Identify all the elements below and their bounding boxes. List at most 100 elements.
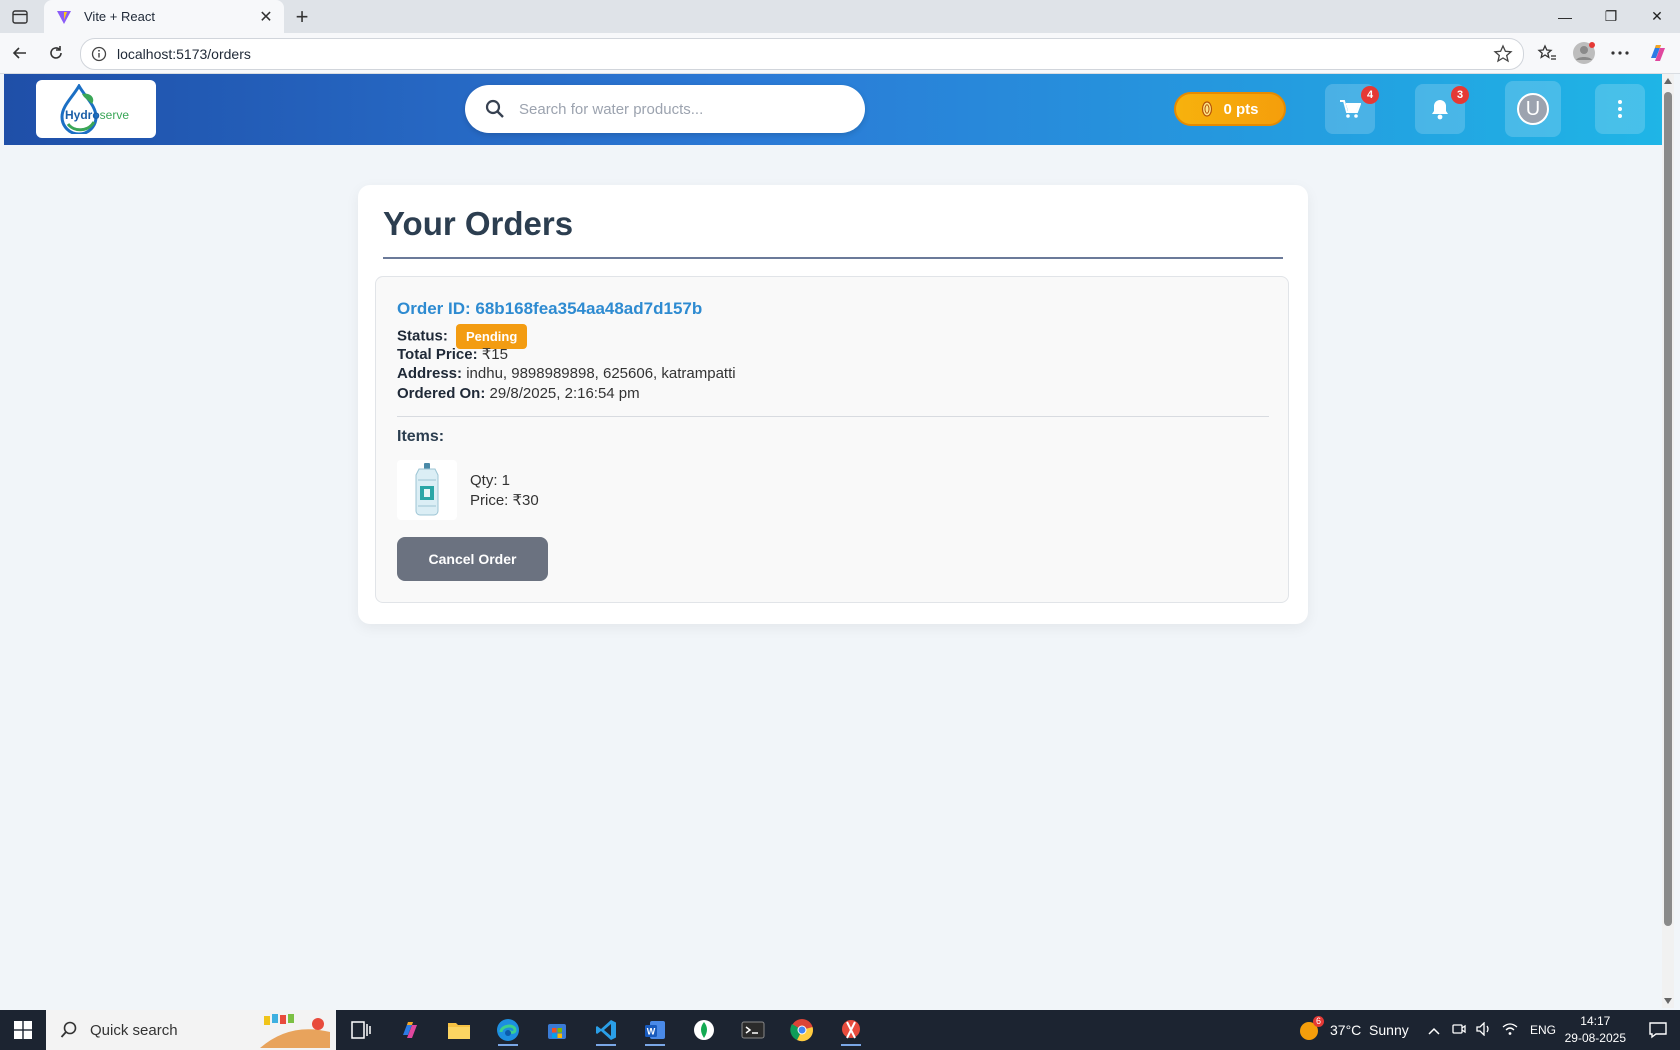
tray-overflow-icon[interactable] <box>1428 1022 1440 1038</box>
scroll-down-icon[interactable] <box>1664 998 1672 1004</box>
cancel-order-button[interactable]: Cancel Order <box>397 537 548 581</box>
word-icon[interactable]: W <box>635 1014 675 1046</box>
weather-text: 37°C Sunny <box>1330 1022 1409 1038</box>
order-card: Order ID: 68b168fea354aa48ad7d157b Statu… <box>375 276 1289 603</box>
total-value: ₹15 <box>481 346 508 363</box>
points-badge[interactable]: 0 pts <box>1174 92 1286 126</box>
favorite-star-icon[interactable] <box>1493 44 1513 64</box>
page-scrollbar[interactable] <box>1662 74 1674 1008</box>
order-divider <box>397 416 1269 417</box>
orders-card: Your Orders Order ID: 68b168fea354aa48ad… <box>358 185 1308 624</box>
address-label: Address: <box>397 365 463 382</box>
clock-time: 14:17 <box>1580 1014 1611 1028</box>
item-qty: Qty: 1 <box>470 472 511 489</box>
mongodb-compass-icon[interactable] <box>684 1014 724 1046</box>
browser-toolbar: localhost:5173/orders <box>0 33 1680 74</box>
cart-button[interactable]: 4 <box>1325 84 1379 134</box>
status-label: Status: <box>397 327 448 345</box>
taskbar-search-label: Quick search <box>90 1021 178 1039</box>
system-tray: ENG <box>1428 1010 1556 1050</box>
minimize-icon[interactable]: — <box>1542 0 1588 33</box>
back-icon[interactable] <box>6 39 34 67</box>
tab-title: Vite + React <box>84 9 155 24</box>
more-options-icon[interactable] <box>1606 39 1634 67</box>
item-price: Price: ₹30 <box>470 492 539 509</box>
order-total-line: Total Price: ₹15 <box>397 345 508 363</box>
copilot-icon[interactable] <box>1644 39 1672 67</box>
notification-count-badge: 3 <box>1451 86 1469 104</box>
weather-badge: 6 <box>1313 1016 1324 1027</box>
water-bottle-icon <box>415 463 439 516</box>
search-icon[interactable] <box>485 99 505 119</box>
edge-active-indicator <box>498 1044 518 1046</box>
reload-icon[interactable] <box>42 39 70 67</box>
items-label: Items: <box>397 428 445 445</box>
cart-count-badge: 4 <box>1361 86 1379 104</box>
microsoft-store-icon[interactable] <box>537 1014 577 1046</box>
order-date-line: Ordered On: 29/8/2025, 2:16:54 pm <box>397 385 640 402</box>
window-controls: — ❐ ✕ <box>1542 0 1680 33</box>
taskbar-clock[interactable]: 14:17 29-08-2025 <box>1565 1013 1626 1047</box>
scrollbar-thumb[interactable] <box>1664 92 1672 926</box>
windows-start-icon[interactable] <box>0 1010 46 1050</box>
order-address-line: Address: indhu, 9898989898, 625606, katr… <box>397 365 736 382</box>
notifications-button[interactable]: 3 <box>1415 84 1469 134</box>
scroll-up-icon[interactable] <box>1664 78 1672 84</box>
logo-text: Hydroserve <box>64 108 129 122</box>
kebab-menu-button[interactable] <box>1595 84 1645 134</box>
user-menu-button[interactable]: U <box>1505 81 1561 137</box>
address-value: indhu, 9898989898, 625606, katrampatti <box>466 365 736 382</box>
points-label: 0 pts <box>1223 100 1259 118</box>
address-bar[interactable]: localhost:5173/orders <box>80 38 1524 70</box>
meet-now-icon[interactable] <box>1452 1022 1466 1039</box>
ordered-on-label: Ordered On: <box>397 385 486 402</box>
site-info-icon[interactable] <box>91 46 107 62</box>
wifi-icon[interactable] <box>1502 1022 1518 1039</box>
profile-icon[interactable] <box>1570 39 1598 67</box>
taskbar-search-icon <box>60 1021 77 1038</box>
svg-text:W: W <box>647 1027 656 1037</box>
notification-center-icon[interactable] <box>1648 1020 1668 1040</box>
tab-actions-icon[interactable] <box>8 6 32 28</box>
sun-icon: 6 <box>1298 1016 1324 1041</box>
weather-widget[interactable]: 6 37°C Sunny <box>1298 1010 1409 1050</box>
more-vertical-icon <box>1618 100 1622 118</box>
copilot-taskbar-icon[interactable] <box>390 1014 430 1046</box>
volume-icon[interactable] <box>1476 1020 1492 1039</box>
browser-tab[interactable]: Vite + React ✕ <box>44 0 284 33</box>
favorites-list-icon[interactable] <box>1533 39 1561 67</box>
task-view-icon[interactable] <box>341 1014 381 1046</box>
window-close-icon[interactable]: ✕ <box>1634 0 1680 33</box>
language-indicator[interactable]: ENG <box>1530 1023 1556 1037</box>
taskbar-search[interactable]: Quick search <box>46 1010 336 1050</box>
title-divider <box>383 257 1283 259</box>
search-highlight-illustration-icon <box>260 1014 330 1048</box>
new-tab-icon[interactable]: + <box>290 4 314 29</box>
coin-icon <box>1202 101 1213 117</box>
edge-browser-icon[interactable] <box>488 1014 528 1046</box>
file-explorer-icon[interactable] <box>439 1014 479 1046</box>
total-label: Total Price: <box>397 346 478 363</box>
chrome-icon[interactable] <box>782 1014 822 1046</box>
word-active-indicator <box>645 1044 665 1046</box>
vscode-icon[interactable] <box>586 1014 626 1046</box>
hydroserve-logo[interactable]: Hydroserve <box>36 80 156 138</box>
cart-icon <box>1340 100 1361 118</box>
terminal-icon[interactable] <box>733 1014 773 1046</box>
ordered-on-value: 29/8/2025, 2:16:54 pm <box>489 385 640 402</box>
bell-icon <box>1432 100 1448 120</box>
tab-close-icon[interactable]: ✕ <box>256 7 276 27</box>
page-viewport: Hydroserve 0 pts 4 3 U Your Orders <box>4 74 1662 1008</box>
search-bar <box>465 85 865 133</box>
clock-date: 29-08-2025 <box>1564 1031 1626 1045</box>
snipping-tool-icon[interactable] <box>831 1014 871 1046</box>
restore-icon[interactable]: ❐ <box>1588 0 1634 33</box>
vite-favicon-icon <box>57 10 71 24</box>
url-text: localhost:5173/orders <box>117 46 251 62</box>
avatar: U <box>1517 93 1549 125</box>
windows-taskbar: Quick search W 6 37°C Sunny ENG 14:17 29… <box>0 1010 1680 1050</box>
vscode-active-indicator <box>596 1044 616 1046</box>
search-input[interactable] <box>517 99 851 119</box>
browser-tabstrip: Vite + React ✕ + — ❐ ✕ <box>0 0 1680 33</box>
page-title: Your Orders <box>383 205 574 242</box>
